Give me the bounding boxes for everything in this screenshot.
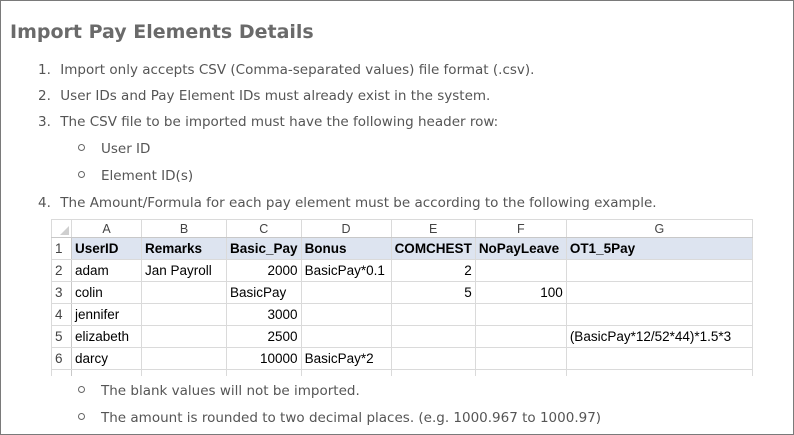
table-cell: 3000 [226,303,302,326]
list-text: The Amount/Formula for each pay element … [60,195,657,211]
list-item-3: 3. The CSV file to be imported must have… [38,114,498,130]
table-cell: 2 [390,259,476,282]
list-item-4: 4. The Amount/Formula for each pay eleme… [38,195,657,211]
table-cell: elizabeth [71,325,142,348]
table-cell: 2000 [226,259,302,282]
note-rounding: The amount is rounded to two decimal pla… [78,410,601,426]
column-header: E [390,219,476,238]
list-item-2: 2. User IDs and Pay Element IDs must alr… [38,88,490,104]
header-cell: UserID [71,237,142,260]
table-cell [141,325,227,348]
example-spreadsheet: A B C D E F G 1 UserID Remarks Basic_Pay… [51,219,759,379]
column-header: D [300,219,392,238]
bullet-circle-icon [78,413,85,420]
table-cell: adam [71,259,142,282]
table-cell: (BasicPay*12/52*44)*1.5*3 [565,325,753,348]
table-row: 4 jennifer 3000 [51,303,753,326]
table-row: 3 colin BasicPay 5 100 [51,281,753,304]
table-cell [474,303,567,326]
table-cell [474,259,567,282]
table-cell [141,281,227,304]
bullet-circle-icon [78,386,85,393]
list-item-1: 1. Import only accepts CSV (Comma-separa… [38,62,534,78]
column-header: C [226,219,302,238]
row-number: 3 [51,281,72,304]
row-number: 4 [51,303,72,326]
table-cell: darcy [71,347,142,370]
header-field-user-id: User ID [78,141,150,157]
header-cell: NoPayLeave [474,237,567,260]
header-cell: OT1_5Pay [565,237,753,260]
select-all-corner [51,219,72,238]
header-field-element-ids: Element ID(s) [78,168,193,184]
table-cell [300,325,392,348]
note-blank-values: The blank values will not be imported. [78,383,360,399]
list-number: 4. [38,195,51,211]
content-panel: Import Pay Elements Details 1. Import on… [0,0,794,435]
table-cell: jennifer [71,303,142,326]
table-cell [565,303,753,326]
table-cell [300,281,392,304]
column-header: F [474,219,567,238]
table-cell [390,325,476,348]
table-row: 1 UserID Remarks Basic_Pay Bonus COMCHES… [51,237,753,260]
header-cell: Basic_Pay [226,237,302,260]
table-row: 6 darcy 10000 BasicPay*2 [51,347,753,370]
table-cell [141,347,227,370]
list-number: 2. [38,88,51,104]
table-cell: 10000 [226,347,302,370]
spreadsheet-table: A B C D E F G 1 UserID Remarks Basic_Pay… [51,219,753,376]
bullet-text: The amount is rounded to two decimal pla… [101,410,602,426]
table-cell [565,259,753,282]
bullet-text: User ID [101,141,151,157]
table-cell: 5 [390,281,476,304]
table-cell: BasicPay*2 [300,347,392,370]
table-cell [390,303,476,326]
table-cell: colin [71,281,142,304]
table-row: 2 adam Jan Payroll 2000 BasicPay*0.1 2 [51,259,753,282]
bullet-text: Element ID(s) [101,168,194,184]
bullet-circle-icon [78,144,85,151]
column-header: A [71,219,142,238]
table-cell [565,347,753,370]
row-number: 5 [51,325,72,348]
table-cell: BasicPay [226,281,302,304]
list-number: 1. [38,62,51,78]
table-cell [141,303,227,326]
table-cell [565,281,753,304]
header-cell: COMCHEST [390,237,476,260]
list-text: Import only accepts CSV (Comma-separated… [60,62,535,78]
list-number: 3. [38,114,51,130]
header-cell: Remarks [141,237,227,260]
table-cell [390,347,476,370]
row-number: 6 [51,347,72,370]
list-text: The CSV file to be imported must have th… [60,114,499,130]
bullet-circle-icon [78,171,85,178]
column-header-row: A B C D E F G [51,219,753,238]
table-cell: BasicPay*0.1 [300,259,392,282]
table-cell: Jan Payroll [141,259,227,282]
column-header: G [565,219,753,238]
header-cell: Bonus [300,237,392,260]
column-header: B [141,219,227,238]
bullet-text: The blank values will not be imported. [101,383,360,399]
page-title: Import Pay Elements Details [10,21,314,43]
table-cell: 2500 [226,325,302,348]
row-number: 2 [51,259,72,282]
table-cell [474,325,567,348]
table-cell [300,303,392,326]
table-row-cut [51,369,753,376]
table-row: 5 elizabeth 2500 (BasicPay*12/52*44)*1.5… [51,325,753,348]
table-cell: 100 [474,281,567,304]
table-cell [474,347,567,370]
list-text: User IDs and Pay Element IDs must alread… [60,88,491,104]
row-number: 1 [51,237,72,260]
